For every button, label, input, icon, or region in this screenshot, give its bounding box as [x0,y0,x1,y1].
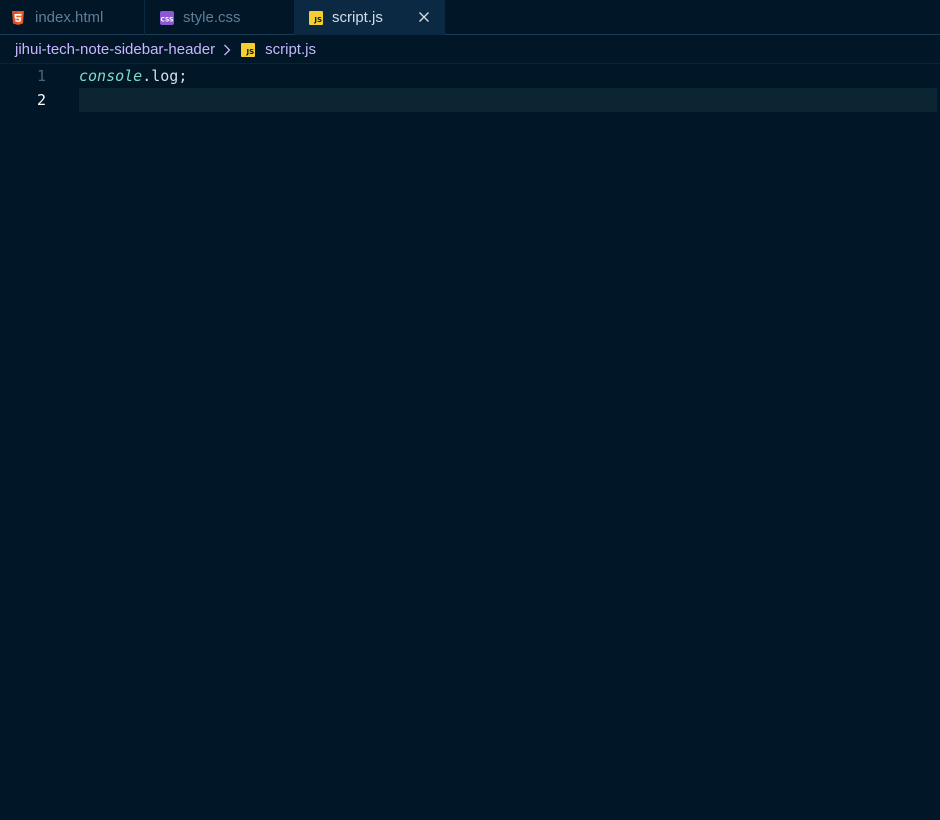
line-number: 2 [36,91,46,109]
js-icon: JS [309,10,323,25]
breadcrumb-file[interactable]: script.js [265,41,316,58]
svg-text:CSS: CSS [161,16,174,23]
editor-window: index.html CSS style.css JS script.js ji… [0,0,940,820]
breadcrumb: jihui-tech-note-sidebar-header JS script… [0,36,940,64]
code-token-console: console [79,67,143,85]
code-token-log: log [151,67,179,85]
breadcrumb-folder[interactable]: jihui-tech-note-sidebar-header [15,41,215,58]
code-token-dot: . [142,67,152,85]
tab-label: index.html [35,9,104,26]
code-line[interactable]: 1 console.log; [0,64,940,88]
tab-label: script.js [332,9,383,26]
close-icon[interactable] [416,9,432,25]
chevron-right-icon [224,44,231,55]
current-line-highlight [79,88,937,112]
css-icon: CSS [160,10,174,25]
tab-style-css[interactable]: CSS style.css [145,0,295,35]
line-content: console.log; [79,64,187,88]
html5-icon [12,10,24,25]
code-token-semicolon: ; [178,67,188,85]
tab-index-html[interactable]: index.html [0,0,145,35]
code-line-current[interactable]: 2 [0,88,940,112]
tab-script-js[interactable]: JS script.js [295,0,445,35]
line-number: 1 [36,67,46,85]
tab-bar: index.html CSS style.css JS script.js [0,0,940,35]
code-editor[interactable]: 1 console.log; 2 [0,64,940,820]
js-icon: JS [241,42,256,57]
tab-label: style.css [183,9,241,26]
